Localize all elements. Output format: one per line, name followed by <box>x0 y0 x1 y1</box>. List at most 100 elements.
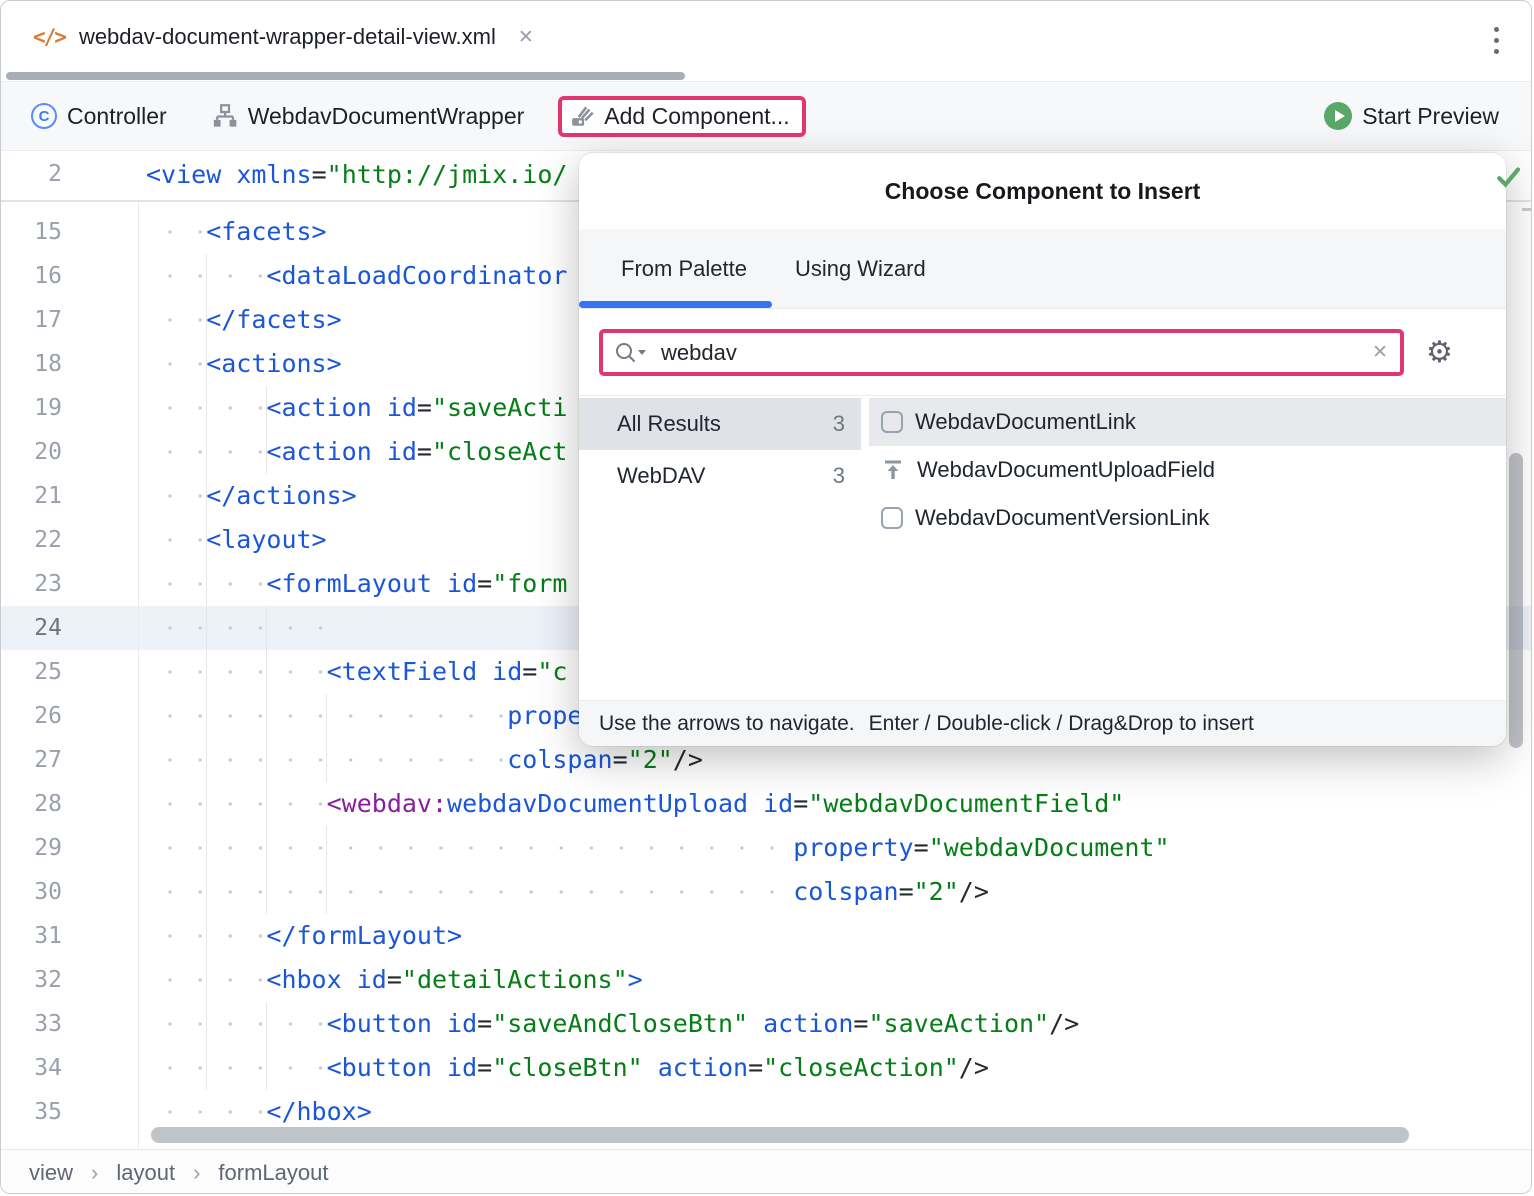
whitespace-dots <box>146 1002 327 1046</box>
code-line[interactable]: 30colspan="2"/> <box>1 870 1531 914</box>
code-text: <hbox id="detailActions"> <box>138 958 1531 1002</box>
component-search-field[interactable]: ✕ <box>599 329 1404 376</box>
line-number: 34 <box>1 1046 138 1090</box>
code-token: id <box>372 393 417 422</box>
indent-guide <box>326 826 327 914</box>
whitespace-dots <box>146 298 206 342</box>
line-number: 31 <box>1 914 138 958</box>
component-result-row[interactable]: WebdavDocumentLink <box>869 398 1506 446</box>
code-line[interactable]: 34<button id="closeBtn" action="closeAct… <box>1 1046 1531 1090</box>
code-text: <webdav:webdavDocumentUpload id="webdavD… <box>138 782 1531 826</box>
code-token: id <box>372 437 417 466</box>
whitespace-dots <box>146 782 327 826</box>
category-row[interactable]: WebDAV3 <box>579 450 861 502</box>
editor-toolbar: C Controller WebdavDocumentWrapper <box>1 81 1531 151</box>
component-result-label: WebdavDocumentUploadField <box>917 457 1215 483</box>
breadcrumb-item-view[interactable]: view <box>29 1160 73 1186</box>
category-label: All Results <box>617 411 721 437</box>
code-line[interactable]: 28<webdav:webdavDocumentUpload id="webda… <box>1 782 1531 826</box>
active-tab-indicator <box>579 301 772 308</box>
component-result-row[interactable]: WebdavDocumentVersionLink <box>869 494 1506 542</box>
controller-icon: C <box>31 103 57 129</box>
code-token: <button <box>327 1009 432 1038</box>
component-box-icon <box>881 411 903 433</box>
footer-hint-navigate: Use the arrows to navigate. <box>599 712 855 736</box>
code-token: "webdavDocument" <box>929 833 1170 862</box>
gear-icon[interactable]: ⚙ <box>1426 338 1453 368</box>
code-line[interactable]: 33<button id="saveAndCloseBtn" action="s… <box>1 1002 1531 1046</box>
gutter-separator <box>138 200 139 1149</box>
code-token: = <box>477 1053 492 1082</box>
code-line[interactable]: 29property="webdavDocument" <box>1 826 1531 870</box>
breadcrumb-item-formLayout[interactable]: formLayout <box>218 1160 328 1186</box>
horizontal-scrollbar[interactable] <box>151 1127 1409 1143</box>
code-token: "saveAndCloseBtn" <box>492 1009 748 1038</box>
inspection-ok-icon[interactable] <box>1493 162 1523 197</box>
line-number: 25 <box>1 650 138 694</box>
code-token: = <box>417 437 432 466</box>
code-line[interactable]: 31 </formLayout> <box>1 914 1531 958</box>
code-token: property <box>793 833 913 862</box>
start-preview-button[interactable]: Start Preview <box>1324 102 1499 130</box>
code-token: id <box>477 657 522 686</box>
code-token: id <box>432 1053 477 1082</box>
line-number: 18 <box>1 342 138 386</box>
category-list: All Results3WebDAV3 <box>579 398 861 542</box>
code-token: <layout> <box>206 525 326 554</box>
line-number: 32 <box>1 958 138 1002</box>
start-preview-label: Start Preview <box>1362 103 1499 130</box>
category-row[interactable]: All Results3 <box>579 398 861 450</box>
clear-search-icon[interactable]: ✕ <box>1372 341 1388 364</box>
component-result-row[interactable]: WebdavDocumentUploadField <box>869 446 1506 494</box>
code-token: "form <box>492 569 567 598</box>
code-token: colspan <box>507 745 612 774</box>
vertical-scrollbar[interactable] <box>1509 453 1523 748</box>
scrollbar-mark <box>1522 208 1531 211</box>
code-token: </formLayout> <box>266 921 462 950</box>
popup-tab-strip: From Palette Using Wizard <box>579 229 1506 309</box>
upload-icon <box>881 458 905 482</box>
code-token: <dataLoadCoordinator <box>266 261 567 290</box>
component-result-label: WebdavDocumentVersionLink <box>915 505 1209 531</box>
line-number: 2 <box>1 151 138 198</box>
code-token: "http://jmix.io/ <box>327 160 568 189</box>
popup-tab-from-palette[interactable]: From Palette <box>621 256 747 282</box>
indent-guide <box>266 606 267 914</box>
indent-guide <box>206 254 207 1090</box>
code-token: <action <box>266 393 371 422</box>
code-token: xmlns <box>221 160 311 189</box>
controller-label: Controller <box>67 103 167 130</box>
file-tab[interactable]: </> webdav-document-wrapper-detail-view.… <box>33 1 534 73</box>
play-icon <box>1324 102 1352 130</box>
palette-icon <box>570 103 596 129</box>
code-token: webdavDocumentUpload <box>447 789 748 818</box>
code-token: "2" <box>914 877 959 906</box>
code-token: colspan <box>793 877 898 906</box>
chevron-right-icon: › <box>193 1160 200 1186</box>
code-token: = <box>387 965 402 994</box>
code-token: <formLayout <box>266 569 432 598</box>
search-icon <box>613 340 649 366</box>
whitespace-dots <box>146 1046 327 1090</box>
search-input[interactable] <box>659 339 1372 367</box>
close-tab-icon[interactable]: ✕ <box>518 26 534 49</box>
controller-button[interactable]: C Controller <box>31 103 167 130</box>
code-token: action <box>748 1009 853 1038</box>
code-token: <facets> <box>206 217 326 246</box>
popup-lists: All Results3WebDAV3 WebdavDocumentLinkWe… <box>579 398 1506 542</box>
code-token: action <box>643 1053 748 1082</box>
code-token: /> <box>673 745 703 774</box>
popup-tab-using-wizard[interactable]: Using Wizard <box>795 256 926 282</box>
whitespace-dots <box>146 474 206 518</box>
add-component-button[interactable]: Add Component... <box>558 96 805 137</box>
more-options-icon[interactable] <box>1492 25 1501 56</box>
whitespace-dots <box>146 210 206 254</box>
breadcrumb: view›layout›formLayout <box>1 1149 1531 1194</box>
wrapper-button[interactable]: WebdavDocumentWrapper <box>211 103 525 130</box>
code-token: "saveAction" <box>868 1009 1049 1038</box>
code-text: <button id="saveAndCloseBtn" action="sav… <box>138 1002 1531 1046</box>
code-token: "closeBtn" <box>492 1053 643 1082</box>
code-line[interactable]: 32<hbox id="detailActions"> <box>1 958 1531 1002</box>
line-number: 27 <box>1 738 138 782</box>
breadcrumb-item-layout[interactable]: layout <box>116 1160 175 1186</box>
